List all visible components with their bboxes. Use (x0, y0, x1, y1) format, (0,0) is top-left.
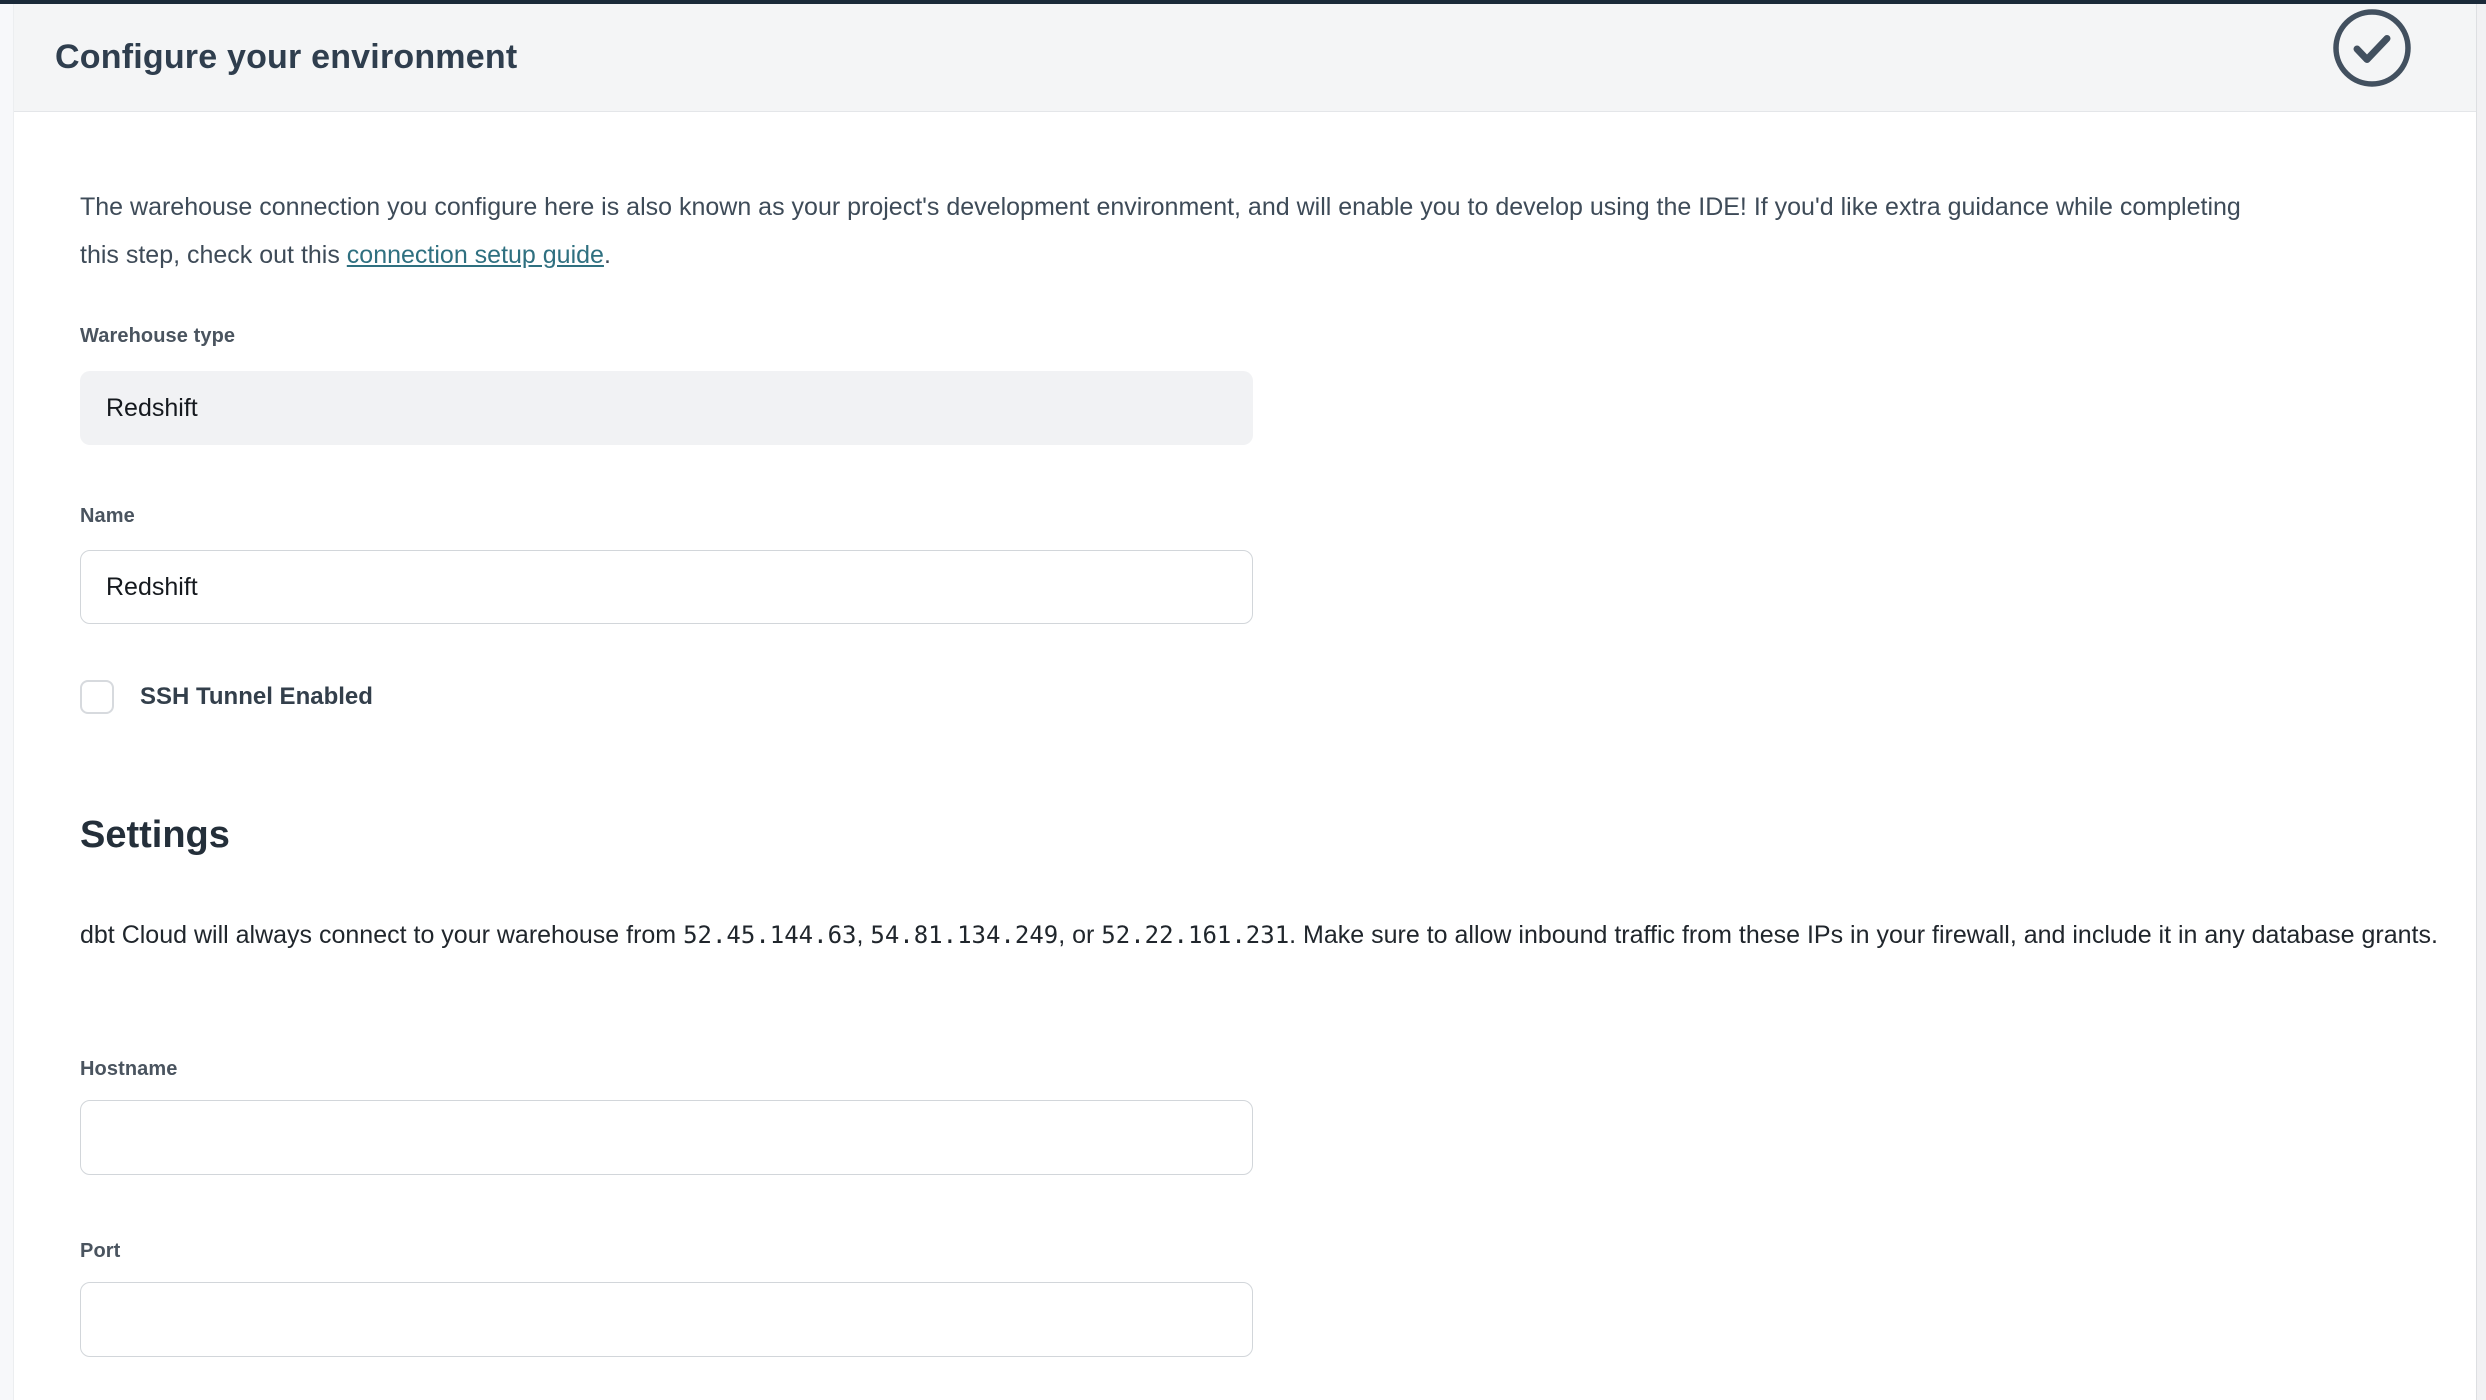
settings-separator-1: , (856, 921, 870, 949)
name-input[interactable] (80, 550, 1253, 624)
port-input[interactable] (80, 1282, 1253, 1357)
hostname-input[interactable] (80, 1100, 1253, 1175)
ip-address-3: 52.22.161.231 (1101, 921, 1289, 949)
connection-setup-guide-link[interactable]: connection setup guide (347, 241, 604, 269)
ssh-tunnel-checkbox[interactable] (80, 680, 114, 714)
ip-address-2: 54.81.134.249 (870, 921, 1058, 949)
step-complete-check-icon (2332, 8, 2412, 88)
card-header: Configure your environment (14, 4, 2476, 112)
intro-paragraph: The warehouse connection you configure h… (80, 183, 2250, 279)
name-label: Name (80, 505, 135, 528)
warehouse-type-label: Warehouse type (80, 325, 235, 348)
card-body: The warehouse connection you configure h… (14, 112, 2476, 1400)
configure-environment-page: Configure your environment The warehouse… (0, 0, 2486, 1400)
settings-text-2: . Make sure to allow inbound traffic fro… (1289, 921, 2438, 949)
ip-address-1: 52.45.144.63 (683, 921, 856, 949)
page-title: Configure your environment (55, 38, 517, 77)
ssh-tunnel-row: SSH Tunnel Enabled (80, 680, 373, 714)
settings-description: dbt Cloud will always connect to your wa… (80, 912, 2438, 958)
ssh-tunnel-label: SSH Tunnel Enabled (140, 683, 373, 711)
warehouse-type-value: Redshift (106, 394, 198, 423)
port-label: Port (80, 1240, 120, 1263)
hostname-label: Hostname (80, 1058, 178, 1081)
intro-text-after-link: . (604, 241, 611, 269)
warehouse-type-field: Redshift (80, 371, 1253, 445)
scrollbar-track[interactable] (2476, 4, 2486, 1400)
page-left-margin (0, 4, 14, 1400)
settings-separator-2: , or (1058, 921, 1101, 949)
settings-heading: Settings (80, 814, 230, 857)
settings-text-1: dbt Cloud will always connect to your wa… (80, 921, 683, 949)
